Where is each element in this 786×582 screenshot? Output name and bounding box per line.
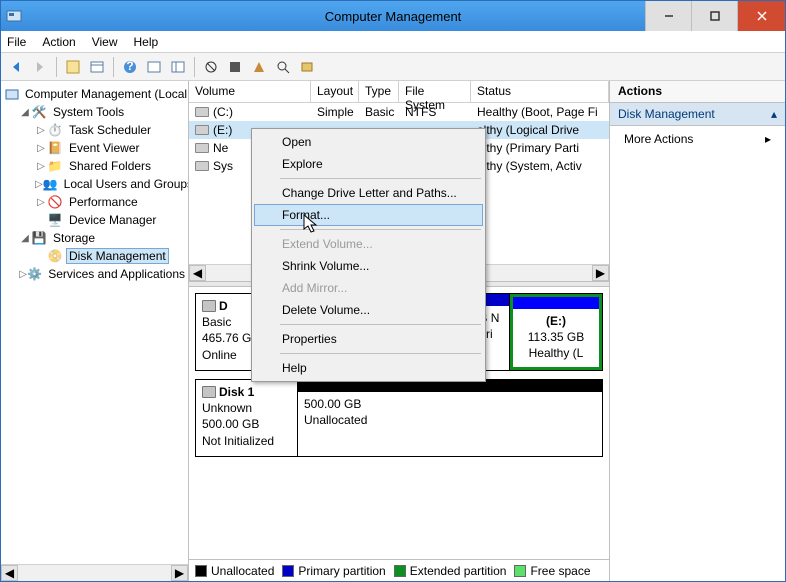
ctx-change-letter[interactable]: Change Drive Letter and Paths... [254, 182, 483, 204]
menu-view[interactable]: View [92, 35, 118, 49]
col-layout[interactable]: Layout [311, 81, 359, 102]
volume-row[interactable]: (C:) Simple Basic NTFS Healthy (Boot, Pa… [189, 103, 609, 121]
tree-task-scheduler[interactable]: ▷⏱️Task Scheduler [1, 121, 188, 139]
back-button[interactable] [5, 56, 27, 78]
volume-icon [195, 161, 209, 171]
partition[interactable]: 500.00 GBUnallocated [298, 380, 602, 456]
ctx-properties[interactable]: Properties [254, 328, 483, 350]
action-1-button[interactable] [200, 56, 222, 78]
tree-event-viewer[interactable]: ▷📔Event Viewer [1, 139, 188, 157]
ctx-shrink[interactable]: Shrink Volume... [254, 255, 483, 277]
disk-icon [202, 386, 216, 398]
view-button[interactable] [86, 56, 108, 78]
tree-hscroll[interactable]: ◀▶ [1, 564, 188, 581]
col-fs[interactable]: File System [399, 81, 471, 102]
col-volume[interactable]: Volume [189, 81, 311, 102]
menu-file[interactable]: File [7, 35, 26, 49]
ctx-explore[interactable]: Explore [254, 153, 483, 175]
menu-action[interactable]: Action [42, 35, 75, 49]
tree-performance[interactable]: ▷🚫Performance [1, 193, 188, 211]
actions-section[interactable]: Disk Management▴ [610, 103, 785, 126]
col-status[interactable]: Status [471, 81, 609, 102]
legend: Unallocated Primary partition Extended p… [189, 559, 609, 581]
ctx-open[interactable]: Open [254, 131, 483, 153]
ctx-add-mirror: Add Mirror... [254, 277, 483, 299]
ctx-delete[interactable]: Delete Volume... [254, 299, 483, 321]
action-5-button[interactable] [296, 56, 318, 78]
ctx-extend: Extend Volume... [254, 233, 483, 255]
refresh-button[interactable] [143, 56, 165, 78]
titlebar[interactable]: Computer Management [1, 1, 785, 31]
ctx-format[interactable]: Format... [254, 204, 483, 226]
action-4-button[interactable] [272, 56, 294, 78]
tree-pane: Computer Management (Local ◢🛠️System Too… [1, 81, 189, 581]
volume-icon [195, 107, 209, 117]
action-3-button[interactable] [248, 56, 270, 78]
tree-services-apps[interactable]: ▷⚙️Services and Applications [1, 265, 188, 283]
app-icon [1, 8, 27, 24]
tree-shared-folders[interactable]: ▷📁Shared Folders [1, 157, 188, 175]
collapse-icon: ▴ [771, 107, 777, 121]
menu-help[interactable]: Help [134, 35, 159, 49]
svg-text:?: ? [126, 60, 133, 73]
chevron-right-icon: ▸ [765, 132, 771, 146]
disk-1-info[interactable]: Disk 1 Unknown 500.00 GB Not Initialized [196, 380, 298, 456]
actions-pane: Actions Disk Management▴ More Actions▸ [610, 81, 785, 581]
col-type[interactable]: Type [359, 81, 399, 102]
menubar: File Action View Help [1, 31, 785, 53]
window-title: Computer Management [325, 9, 462, 24]
disk-icon [202, 300, 216, 312]
tree-device-manager[interactable]: 🖥️Device Manager [1, 211, 188, 229]
tree-disk-management[interactable]: 📀Disk Management [1, 247, 188, 265]
tree-root[interactable]: Computer Management (Local [1, 85, 188, 103]
volume-icon [195, 125, 209, 135]
show-hide-tree-button[interactable] [62, 56, 84, 78]
help-button[interactable]: ? [119, 56, 141, 78]
forward-button[interactable] [29, 56, 51, 78]
list-button[interactable] [167, 56, 189, 78]
actions-more[interactable]: More Actions▸ [610, 126, 785, 152]
volume-icon [195, 143, 209, 153]
minimize-button[interactable] [645, 1, 691, 31]
close-button[interactable] [737, 1, 785, 31]
context-menu: Open Explore Change Drive Letter and Pat… [251, 128, 486, 382]
action-2-button[interactable] [224, 56, 246, 78]
partition-selected[interactable]: (E:)113.35 GBHealthy (L [510, 294, 602, 370]
maximize-button[interactable] [691, 1, 737, 31]
tree-system-tools[interactable]: ◢🛠️System Tools [1, 103, 188, 121]
toolbar: ? [1, 53, 785, 81]
ctx-help[interactable]: Help [254, 357, 483, 379]
tree-local-users[interactable]: ▷👥Local Users and Groups [1, 175, 188, 193]
disk-1: Disk 1 Unknown 500.00 GB Not Initialized… [195, 379, 603, 457]
tree-storage[interactable]: ◢💾Storage [1, 229, 188, 247]
actions-header: Actions [610, 81, 785, 103]
